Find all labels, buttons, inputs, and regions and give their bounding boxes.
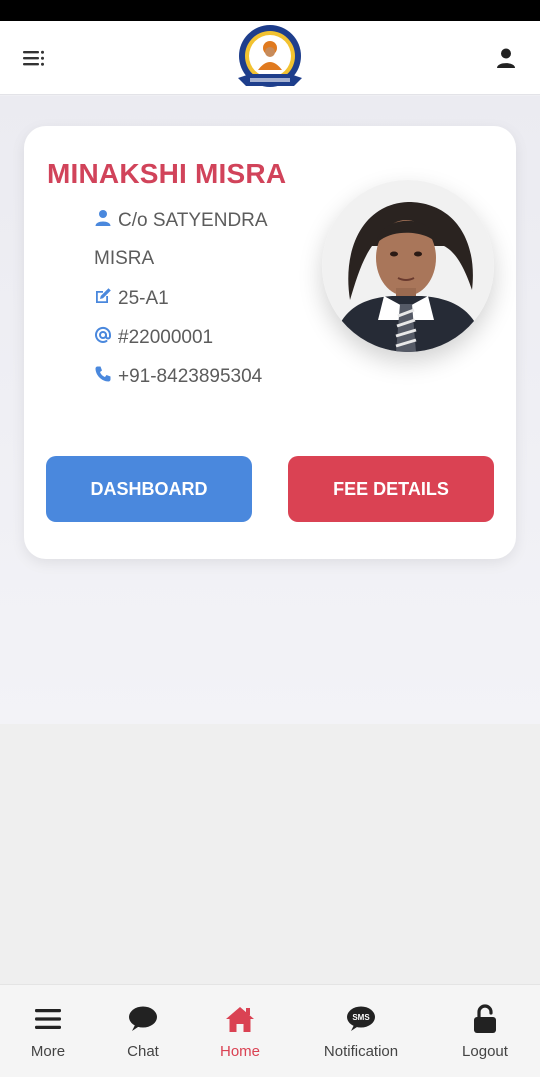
student-name: MINAKSHI MISRA (47, 158, 287, 189)
bottom-tab-bar: More Chat Home SMS Notification Logout (0, 984, 540, 1077)
fee-details-button[interactable]: FEE DETAILS (288, 456, 494, 522)
tab-chat[interactable]: Chat (112, 985, 174, 1077)
tab-notification[interactable]: SMS Notification (314, 985, 408, 1077)
tab-notification-label: Notification (323, 1043, 399, 1060)
guardian-row-continued: MISRA (94, 248, 154, 270)
phone-row: +91-8423895304 (94, 365, 262, 389)
svg-text:SMS: SMS (352, 1013, 370, 1022)
sms-icon: SMS (346, 1005, 376, 1033)
tab-logout[interactable]: Logout (454, 985, 516, 1077)
guardian-name-continued: MISRA (94, 248, 155, 269)
status-bar (0, 0, 540, 21)
tab-home-label: Home (219, 1043, 260, 1060)
school-logo (236, 24, 304, 96)
menu-icon[interactable] (22, 48, 46, 68)
edit-icon (94, 287, 118, 311)
top-app-bar (0, 21, 540, 95)
phone-number: +91-8423895304 (118, 366, 263, 387)
hamburger-icon (35, 1005, 61, 1033)
class-row: 25-A1 (94, 287, 169, 311)
phone-icon (94, 365, 118, 389)
tab-chat-label: Chat (127, 1043, 159, 1060)
dashboard-button[interactable]: DASHBOARD (46, 456, 252, 522)
user-icon[interactable] (494, 46, 518, 70)
person-icon (94, 209, 118, 233)
class-section: 25-A1 (118, 288, 169, 309)
chat-bubble-icon (128, 1005, 158, 1033)
at-icon (94, 326, 118, 350)
student-profile-card: MINAKSHI MISRA C/o SATYENDRA MISRA 25-A1 (24, 126, 516, 559)
content-background-lower (0, 724, 540, 984)
admission-row: #22000001 (94, 326, 213, 350)
tab-logout-label: Logout (462, 1043, 508, 1060)
guardian-row: C/o SATYENDRA (94, 209, 268, 233)
tab-more[interactable]: More (18, 985, 78, 1077)
tab-home[interactable]: Home (210, 985, 270, 1077)
student-photo (322, 180, 494, 352)
home-icon (224, 1005, 256, 1033)
unlock-icon (471, 1004, 499, 1033)
guardian-name: C/o SATYENDRA (118, 210, 268, 231)
tab-more-label: More (30, 1043, 66, 1060)
admission-number: #22000001 (118, 327, 214, 348)
